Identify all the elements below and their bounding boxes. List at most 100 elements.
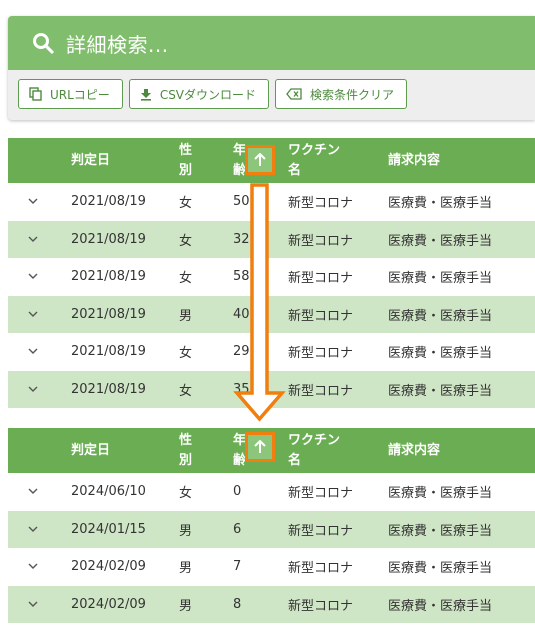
column-sex-top: 性 [179, 432, 193, 448]
table-body: 2024/06/10 女 0 新型コロナ 医療費・医療手当 2024/01/15 男 6 新型コ… [8, 473, 535, 623]
table-row[interactable]: 2021/08/19 女 32 新型コロナ 医療費・医療手当 [8, 220, 535, 259]
cell-age: 50 [233, 194, 250, 210]
search-title: 詳細検索... [66, 32, 169, 57]
cell-sex: 女 [179, 346, 193, 362]
cell-sex: 男 [179, 561, 193, 577]
table-row[interactable]: 2021/08/19 女 29 新型コロナ 医療費・医療手当 [8, 333, 535, 371]
column-sex[interactable]: 性 別 [179, 428, 192, 473]
expand-chevron-icon[interactable] [28, 221, 38, 259]
copy-icon [29, 87, 42, 101]
column-vaccine[interactable]: ワクチン 名 [288, 138, 340, 183]
expand-chevron-icon[interactable] [28, 183, 38, 221]
cell-sex: 男 [179, 308, 193, 324]
cell-claim: 医療費・医療手当 [388, 523, 493, 539]
action-buttons: URLコピー CSVダウンロード 検索条件クリア [8, 70, 535, 109]
results-table-before: 判定日 性 別 年 齢 ワクチン 名 請求内容 2021/08/19 女 50 新型コ… [8, 138, 535, 408]
cell-age: 35 [233, 381, 250, 397]
column-vaccine-bottom: 名 [288, 452, 302, 468]
column-sex-bottom: 別 [179, 452, 193, 468]
cell-claim: 医療費・医療手当 [388, 196, 493, 212]
expand-chevron-icon[interactable] [28, 473, 38, 511]
cell-age: 7 [233, 559, 242, 575]
table-row[interactable]: 2021/08/19 女 50 新型コロナ 医療費・医療手当 [8, 183, 535, 221]
column-claim[interactable]: 請求内容 [388, 138, 440, 183]
cell-date: 2024/02/09 [71, 559, 146, 575]
cell-vaccine: 新型コロナ [288, 233, 354, 249]
cell-age: 29 [233, 344, 250, 360]
cell-sex: 男 [179, 598, 193, 614]
cell-age: 8 [233, 596, 242, 612]
cell-date: 2021/08/19 [71, 306, 146, 322]
cell-date: 2021/08/19 [71, 194, 146, 210]
cell-vaccine: 新型コロナ [288, 486, 354, 502]
cell-sex: 女 [179, 271, 193, 287]
download-icon [140, 88, 151, 101]
table-header: 判定日 性 別 年 齢 ワクチン 名 請求内容 [8, 428, 535, 473]
table-row[interactable]: 2024/01/15 男 6 新型コロナ 医療費・医療手当 [8, 510, 535, 549]
expand-chevron-icon[interactable] [28, 258, 38, 296]
csv-download-button[interactable]: CSVダウンロード [128, 79, 270, 109]
cell-date: 2021/08/19 [71, 269, 146, 285]
clear-conditions-label: 検索条件クリア [310, 87, 395, 102]
cell-age: 40 [233, 306, 250, 322]
column-date[interactable]: 判定日 [71, 138, 110, 183]
cell-date: 2024/02/09 [71, 596, 146, 612]
url-copy-label: URLコピー [50, 87, 110, 102]
expand-chevron-icon[interactable] [28, 333, 38, 371]
cell-claim: 医療費・医療手当 [388, 346, 493, 362]
table-row[interactable]: 2024/02/09 男 7 新型コロナ 医療費・医療手当 [8, 548, 535, 586]
column-vaccine-top: ワクチン [288, 432, 341, 448]
csv-download-label: CSVダウンロード [159, 87, 257, 102]
cell-claim: 医療費・医療手当 [388, 271, 493, 287]
cell-age: 0 [233, 484, 242, 500]
cell-age: 32 [233, 231, 250, 247]
column-claim[interactable]: 請求内容 [388, 428, 440, 473]
clear-conditions-button[interactable]: 検索条件クリア [275, 79, 408, 109]
column-sex[interactable]: 性 別 [179, 138, 192, 183]
cell-vaccine: 新型コロナ [288, 523, 354, 539]
cell-age: 58 [233, 269, 250, 285]
table-row[interactable]: 2021/08/19 女 58 新型コロナ 医療費・医療手当 [8, 258, 535, 296]
expand-chevron-icon[interactable] [28, 371, 38, 409]
cell-sex: 女 [179, 383, 193, 399]
column-vaccine-top: ワクチン [288, 142, 341, 158]
cell-date: 2021/08/19 [71, 381, 146, 397]
cell-vaccine: 新型コロナ [288, 561, 354, 577]
cell-date: 2024/06/10 [71, 484, 146, 500]
search-bar[interactable]: 詳細検索... [8, 16, 535, 70]
cell-claim: 医療費・医療手当 [388, 383, 493, 399]
expand-chevron-icon[interactable] [28, 586, 38, 624]
cell-vaccine: 新型コロナ [288, 383, 354, 399]
arrow-up-icon [254, 440, 266, 453]
age-sort-button[interactable] [245, 432, 275, 462]
table-row[interactable]: 2021/08/19 女 35 新型コロナ 医療費・医療手当 [8, 370, 535, 409]
cell-date: 2021/08/19 [71, 231, 146, 247]
cell-date: 2021/08/19 [71, 344, 146, 360]
age-sort-button[interactable] [245, 145, 275, 175]
table-row[interactable]: 2021/08/19 男 40 新型コロナ 医療費・医療手当 [8, 295, 535, 334]
column-sex-top: 性 [179, 142, 193, 158]
cell-sex: 男 [179, 523, 193, 539]
expand-chevron-icon[interactable] [28, 548, 38, 586]
cell-vaccine: 新型コロナ [288, 196, 354, 212]
table-body: 2021/08/19 女 50 新型コロナ 医療費・医療手当 2021/08/19 女 32 新… [8, 183, 535, 408]
cell-date: 2024/01/15 [71, 521, 146, 537]
backspace-icon [286, 88, 302, 100]
table-row[interactable]: 2024/02/09 男 8 新型コロナ 医療費・医療手当 [8, 585, 535, 624]
search-panel: 詳細検索... URLコピー CSVダウンロード 検索条件クリア [8, 16, 535, 120]
table-row[interactable]: 2024/06/10 女 0 新型コロナ 医療費・医療手当 [8, 473, 535, 511]
cell-vaccine: 新型コロナ [288, 346, 354, 362]
search-icon [33, 33, 54, 54]
cell-vaccine: 新型コロナ [288, 271, 354, 287]
expand-chevron-icon[interactable] [28, 296, 38, 334]
cell-claim: 医療費・医療手当 [388, 233, 493, 249]
arrow-up-icon [254, 153, 266, 166]
cell-claim: 医療費・医療手当 [388, 308, 493, 324]
column-vaccine[interactable]: ワクチン 名 [288, 428, 340, 473]
cell-claim: 医療費・医療手当 [388, 598, 493, 614]
cell-vaccine: 新型コロナ [288, 308, 354, 324]
column-date[interactable]: 判定日 [71, 428, 110, 473]
expand-chevron-icon[interactable] [28, 511, 38, 549]
cell-claim: 医療費・医療手当 [388, 561, 493, 577]
url-copy-button[interactable]: URLコピー [18, 79, 123, 109]
